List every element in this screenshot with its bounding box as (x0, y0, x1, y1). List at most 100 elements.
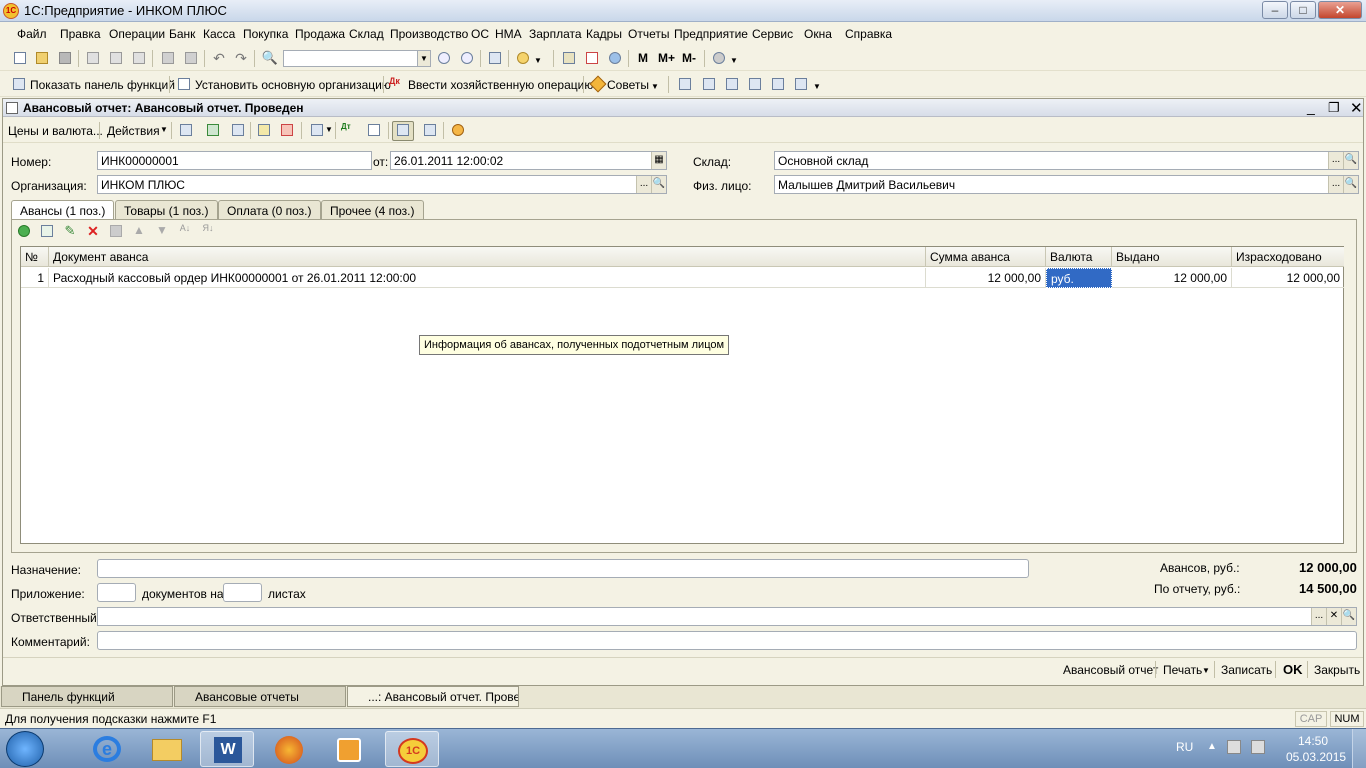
menu-enterprise[interactable]: Предприятие (674, 27, 748, 41)
find-prev-icon[interactable] (458, 50, 476, 67)
tab-advances[interactable]: Авансы (1 поз.) (11, 200, 115, 220)
column-header[interactable]: Сумма аванса (926, 247, 1046, 267)
cut-icon[interactable] (84, 50, 102, 67)
memory-minus-button[interactable]: M- (682, 51, 696, 65)
operation-icon[interactable]: Дк (389, 76, 407, 93)
list-icon[interactable] (421, 122, 439, 139)
spent-cell[interactable]: 12 000,00 (1232, 268, 1344, 288)
row-number[interactable]: 1 (21, 268, 49, 288)
column-header[interactable]: Израсходовано (1232, 247, 1344, 267)
info-icon[interactable] (514, 50, 532, 67)
refresh-icon[interactable] (204, 122, 222, 139)
column-header[interactable]: Выдано (1112, 247, 1232, 267)
search-icon[interactable]: 🔍 (651, 176, 666, 193)
preview-icon[interactable] (182, 50, 200, 67)
add-icon[interactable] (15, 223, 33, 240)
menu-bank[interactable]: Банк (169, 27, 195, 41)
organization-icon[interactable] (175, 76, 193, 93)
ok-button[interactable]: OK (1283, 662, 1303, 677)
windows-icon[interactable] (486, 50, 504, 67)
warehouse-field[interactable]: Основной склад ... 🔍 (774, 151, 1359, 170)
chevron-down-icon[interactable]: ▼ (417, 51, 430, 66)
tab-goods[interactable]: Товары (1 поз.) (115, 200, 218, 219)
select-icon[interactable]: ... (1311, 608, 1326, 625)
clock-time[interactable]: 14:50 (1298, 734, 1328, 748)
comment-field[interactable] (97, 631, 1357, 650)
search-icon[interactable]: 🔍 (1341, 608, 1356, 625)
chevron-down-icon[interactable]: ▼ (730, 56, 740, 73)
date-field[interactable]: 26.01.2011 12:00:02 ▦ (390, 151, 667, 170)
enter-operation-button[interactable]: Ввести хозяйственную операцию (408, 78, 593, 92)
purpose-field[interactable] (97, 559, 1029, 578)
menu-warehouse[interactable]: Склад (349, 27, 384, 41)
print-icon[interactable] (159, 50, 177, 67)
column-header[interactable]: Валюта (1046, 247, 1112, 267)
search-input[interactable]: ▼ (283, 50, 431, 67)
search-icon[interactable]: 🔍 (1343, 176, 1358, 193)
chevron-down-icon[interactable]: ▼ (534, 56, 544, 73)
close-doc-button[interactable]: Закрыть (1314, 663, 1360, 677)
menu-hr[interactable]: Кадры (586, 27, 622, 41)
employees-icon[interactable] (723, 76, 741, 93)
open-icon[interactable] (33, 50, 51, 67)
print-button[interactable]: Печать (1163, 663, 1202, 677)
copy-doc-icon[interactable] (229, 122, 247, 139)
menu-cash[interactable]: Касса (203, 27, 235, 41)
responsible-field[interactable]: ... ✕ 🔍 (97, 607, 1357, 626)
language-indicator[interactable]: RU (1176, 740, 1193, 754)
tab-current-document[interactable]: ...: Авансовый отчет. Прове... (347, 686, 519, 707)
maximize-button[interactable]: □ (1290, 1, 1316, 19)
attachment-sheets-field[interactable] (223, 583, 262, 602)
unload-icon[interactable] (278, 122, 296, 139)
close-button[interactable]: ✕ (1318, 1, 1362, 19)
select-icon[interactable]: ... (1328, 152, 1343, 169)
menu-file[interactable]: Файл (17, 27, 47, 41)
clear-icon[interactable]: ✕ (1326, 608, 1341, 625)
hierarchy-icon[interactable] (392, 121, 414, 141)
number-field[interactable]: ИНК00000001 (97, 151, 372, 170)
menu-operations[interactable]: Операции (109, 27, 165, 41)
post-icon[interactable] (177, 122, 195, 139)
search-icon[interactable]: 🔍 (261, 50, 279, 67)
memory-button[interactable]: M (638, 51, 648, 65)
paste-icon[interactable] (130, 50, 148, 67)
menu-help[interactable]: Справка (845, 27, 892, 41)
menu-production[interactable]: Производство (390, 27, 468, 41)
undo-icon[interactable]: ↶ (210, 50, 228, 67)
person-field[interactable]: Малышев Дмитрий Васильевич ... 🔍 (774, 175, 1359, 194)
calculator-icon[interactable] (560, 50, 578, 67)
action-center-icon[interactable] (1227, 740, 1241, 754)
tab-payment[interactable]: Оплата (0 поз.) (218, 200, 321, 219)
menu-reports[interactable]: Отчеты (628, 27, 669, 41)
currency-cell[interactable]: руб. (1046, 268, 1112, 288)
journal2-icon[interactable] (700, 76, 718, 93)
tools-icon[interactable] (710, 50, 728, 67)
advance-report-print-button[interactable]: Авансовый отчет (1063, 663, 1158, 677)
find-next-icon[interactable] (435, 50, 453, 67)
doc-restore-button[interactable]: ❐ (1328, 100, 1340, 116)
clock-date[interactable]: 05.03.2015 (1286, 750, 1346, 764)
ie-icon[interactable]: e (80, 731, 134, 767)
chevron-down-icon[interactable]: ▼ (325, 125, 333, 134)
save-icon[interactable] (56, 50, 74, 67)
organization-field[interactable]: ИНКОМ ПЛЮС ... 🔍 (97, 175, 667, 194)
tips-button[interactable]: Советы (607, 78, 649, 92)
issued-cell[interactable]: 12 000,00 (1112, 268, 1232, 288)
firefox-icon[interactable] (262, 731, 316, 767)
search-icon[interactable]: 🔍 (1343, 152, 1358, 169)
advance-sum-cell[interactable]: 12 000,00 (926, 268, 1046, 288)
structure-icon[interactable] (365, 122, 383, 139)
sort-asc-icon[interactable]: A↓ (176, 223, 194, 240)
attachment-docs-field[interactable] (97, 583, 136, 602)
calendar-icon[interactable] (583, 50, 601, 67)
select-icon[interactable]: ... (1328, 176, 1343, 193)
menu-sales[interactable]: Продажа (295, 27, 345, 41)
word-icon[interactable]: W (200, 731, 254, 767)
start-button[interactable] (6, 731, 44, 767)
move-down-icon[interactable]: ▼ (153, 223, 171, 240)
copy-row-icon[interactable] (38, 223, 56, 240)
based-on-icon[interactable] (308, 122, 326, 139)
chevron-down-icon[interactable]: ▼ (160, 125, 168, 134)
chevron-down-icon[interactable]: ▼ (1202, 666, 1210, 675)
memory-plus-button[interactable]: M+ (658, 51, 675, 65)
